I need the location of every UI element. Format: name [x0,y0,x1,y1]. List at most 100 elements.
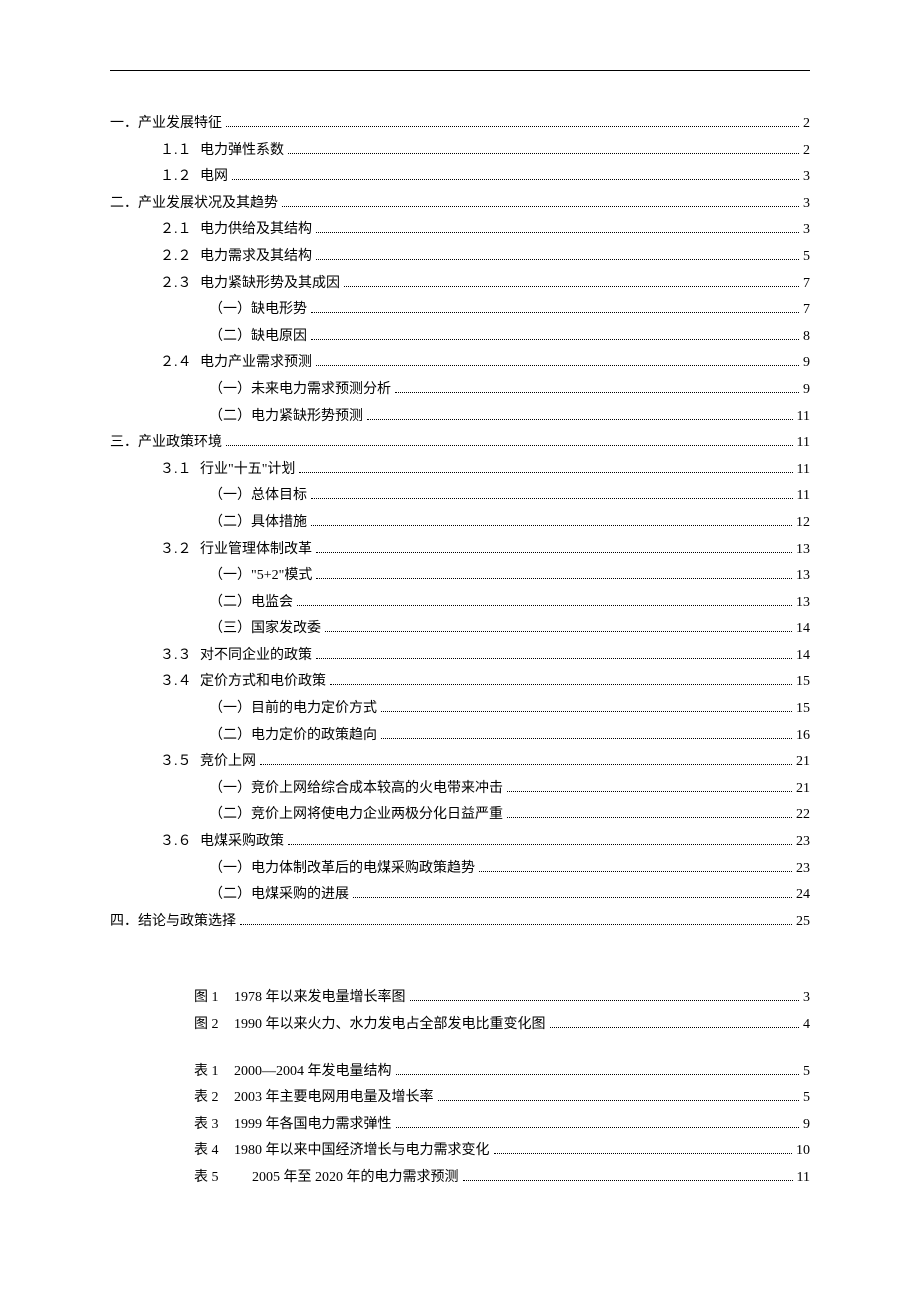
leader-dots [232,179,799,180]
table-number: 表 1 [194,1059,234,1086]
toc-entry-page: 7 [803,271,810,298]
figure-number: 图 2 [194,1012,234,1039]
toc-entry-number: ３.５ [160,749,200,776]
leader-dots [353,897,792,898]
toc-entry-title: 行业"十五"计划 [200,457,295,484]
header-rule [110,70,810,71]
toc-entry-page: 3 [803,164,810,191]
table-entry: 表 41980 年以来中国经济增长与电力需求变化10 [194,1138,810,1165]
toc-entry-title: （二）电监会 [209,590,293,617]
leader-dots [550,1027,800,1028]
toc-entry: ２.１电力供给及其结构3 [110,217,810,244]
toc-entry: （一）总体目标11 [110,483,810,510]
leader-dots [396,1074,800,1075]
toc-entry-number: ３.１ [160,457,200,484]
leader-dots [240,924,792,925]
toc-entry: ３.５竞价上网21 [110,749,810,776]
toc-entry-page: 7 [803,297,810,324]
toc-entry-title: 产业政策环境 [138,430,222,457]
toc-entry-number: ３.３ [160,643,200,670]
leader-dots [316,365,799,366]
toc-entry: １.２电网3 [110,164,810,191]
table-entry: 表 31999 年各国电力需求弹性9 [194,1112,810,1139]
toc-entry-page: 3 [803,217,810,244]
toc-entry-page: 8 [803,324,810,351]
toc-entry: ３.２行业管理体制改革13 [110,537,810,564]
toc-entry: （一）未来电力需求预测分析9 [110,377,810,404]
toc-entry-title: （一）缺电形势 [209,297,307,324]
leader-dots [395,392,799,393]
toc-entry-title: 电力需求及其结构 [200,244,312,271]
figures-list: 图 11978 年以来发电量增长率图 3 图 21990 年以来火力、水力发电占全部… [110,985,810,1038]
toc-entry-number: 三． [110,430,138,457]
toc-entry: （一）缺电形势 7 [110,297,810,324]
toc-entry-title: （一）"5+2"模式 [209,563,312,590]
leader-dots [282,206,799,207]
leader-dots [299,472,792,473]
toc-entry-title: （一）未来电力需求预测分析 [209,377,391,404]
toc-entry-number: ３.４ [160,669,200,696]
leader-dots [507,791,792,792]
figure-title: 1978 年以来发电量增长率图 [234,985,406,1012]
leader-dots [507,817,792,818]
toc-entry-title: 结论与政策选择 [138,909,236,936]
toc-entry: （二）竞价上网将使电力企业两极分化日益严重22 [110,802,810,829]
table-page: 11 [797,1165,810,1192]
toc-entry-title: 定价方式和电价政策 [200,669,326,696]
toc-entry-title: 电力供给及其结构 [200,217,312,244]
leader-dots [311,339,799,340]
leader-dots [410,1000,800,1001]
figure-number: 图 1 [194,985,234,1012]
figure-page: 3 [803,985,810,1012]
leader-dots [438,1100,800,1101]
leader-dots [494,1153,793,1154]
toc-entry-title: 电网 [200,164,228,191]
toc-entry-page: 12 [796,510,810,537]
toc-entry-number: ３.６ [160,829,200,856]
toc-entry: 三．产业政策环境 11 [110,430,810,457]
toc-entry-page: 11 [797,404,810,431]
toc-entry-page: 13 [796,537,810,564]
table-page: 5 [803,1059,810,1086]
toc-entry: （一）目前的电力定价方式15 [110,696,810,723]
toc-entry-title: 竞价上网 [200,749,256,776]
toc-entry-title: （二）电力定价的政策趋向 [209,723,377,750]
toc-entry: 一．产业发展特征2 [110,111,810,138]
toc-entry: （一）"5+2"模式 13 [110,563,810,590]
table-title: 1999 年各国电力需求弹性 [234,1112,392,1139]
leader-dots [463,1180,793,1181]
table-number: 表 2 [194,1085,234,1112]
toc-entry-page: 14 [796,643,810,670]
toc-entry: （二）电力紧缺形势预测11 [110,404,810,431]
toc-entry-page: 21 [796,776,810,803]
leader-dots [367,419,793,420]
table-page: 9 [803,1112,810,1139]
figure-title: 1990 年以来火力、水力发电占全部发电比重变化图 [234,1012,546,1039]
toc-entry-title: 对不同企业的政策 [200,643,312,670]
table-page: 5 [803,1085,810,1112]
toc-entry: ２.４电力产业需求预测9 [110,350,810,377]
leader-dots [226,126,799,127]
toc-entry-number: ２.４ [160,350,200,377]
leader-dots [288,844,792,845]
table-title: 2003 年主要电网用电量及增长率 [234,1085,434,1112]
toc-entry-title: 电力紧缺形势及其成因 [200,271,340,298]
toc-entry-page: 15 [796,669,810,696]
toc-entry-number: １.１ [160,138,200,165]
toc-entry: （二）缺电原因8 [110,324,810,351]
leader-dots [396,1127,800,1128]
toc-entry-title: 电煤采购政策 [200,829,284,856]
toc-entry-page: 11 [797,430,810,457]
toc-entry: （二）具体措施12 [110,510,810,537]
toc-entry-page: 5 [803,244,810,271]
toc-entry: ３.１行业"十五"计划 11 [110,457,810,484]
toc-entry-page: 11 [797,483,810,510]
toc-entry-page: 11 [797,457,810,484]
figure-entry: 图 11978 年以来发电量增长率图 3 [194,985,810,1012]
toc-entry-title: （一）目前的电力定价方式 [209,696,377,723]
toc-entry-page: 14 [796,616,810,643]
toc-entry-title: 产业发展特征 [138,111,222,138]
toc-entry-page: 24 [796,882,810,909]
toc-entry-page: 25 [796,909,810,936]
toc-entry-page: 13 [796,590,810,617]
